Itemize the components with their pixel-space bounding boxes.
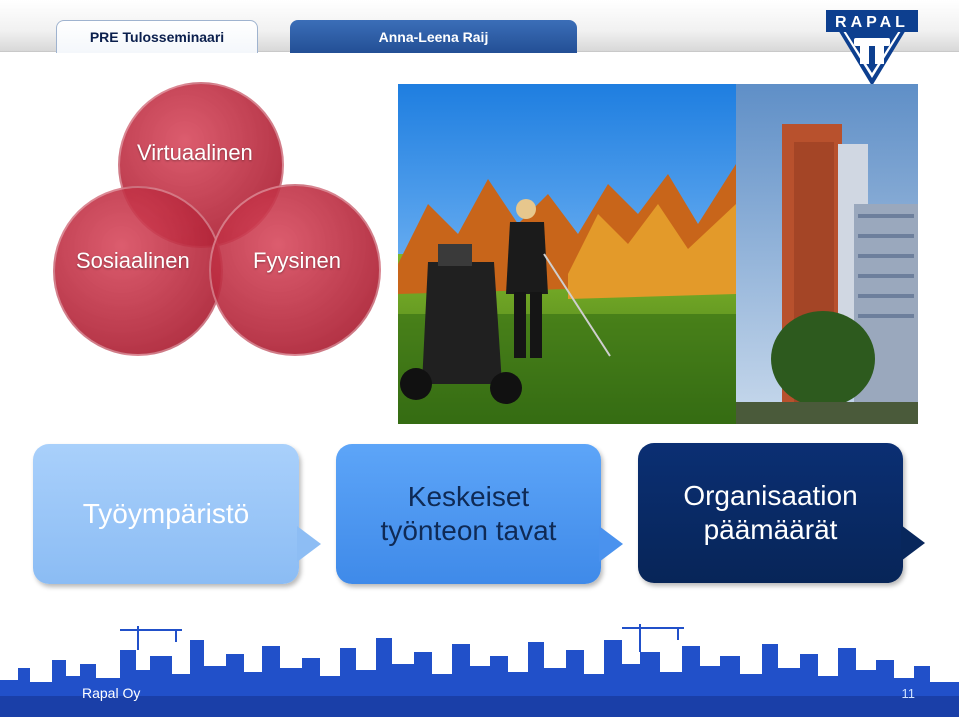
- rapal-logo: RAPAL: [820, 6, 924, 88]
- tab-presenter[interactable]: Anna-Leena Raij: [290, 20, 577, 53]
- callout-organization-goals: Organisaation päämäärät: [638, 443, 925, 583]
- callout-arrow-2: [599, 526, 623, 562]
- callout-arrow-3: [901, 525, 925, 561]
- callout-working-methods-line1: Keskeiset: [407, 480, 530, 512]
- callout-work-environment: Työympäristö: [33, 444, 321, 584]
- footer-page-number: 11: [901, 686, 916, 701]
- tab-seminar-label: PRE Tulosseminaari: [89, 29, 225, 45]
- label-physical: Fyysinen: [253, 248, 342, 273]
- photo-golf-and-building: [398, 84, 918, 424]
- label-social: Sosiaalinen: [76, 248, 190, 273]
- callout-working-methods-line2: työnteon tavat: [380, 515, 557, 546]
- logo-text: RAPAL: [835, 14, 909, 31]
- callout-organization-goals-line2: päämäärät: [703, 514, 838, 545]
- tab-presenter-label: Anna-Leena Raij: [378, 28, 489, 45]
- footer-company: Rapal Oy: [82, 685, 141, 701]
- callout-work-environment-text: Työympäristö: [82, 497, 250, 529]
- footer-skyline: [0, 620, 959, 717]
- callout-working-methods: Keskeiset työnteon tavat: [336, 444, 623, 584]
- top-bar: PRE Tulosseminaari Anna-Leena Raij: [0, 0, 959, 53]
- callout-organization-goals-line1: Organisaation: [683, 479, 858, 511]
- tab-seminar[interactable]: PRE Tulosseminaari: [56, 20, 258, 53]
- label-virtual: Virtuaalinen: [137, 140, 253, 165]
- callout-arrow-1: [297, 526, 321, 562]
